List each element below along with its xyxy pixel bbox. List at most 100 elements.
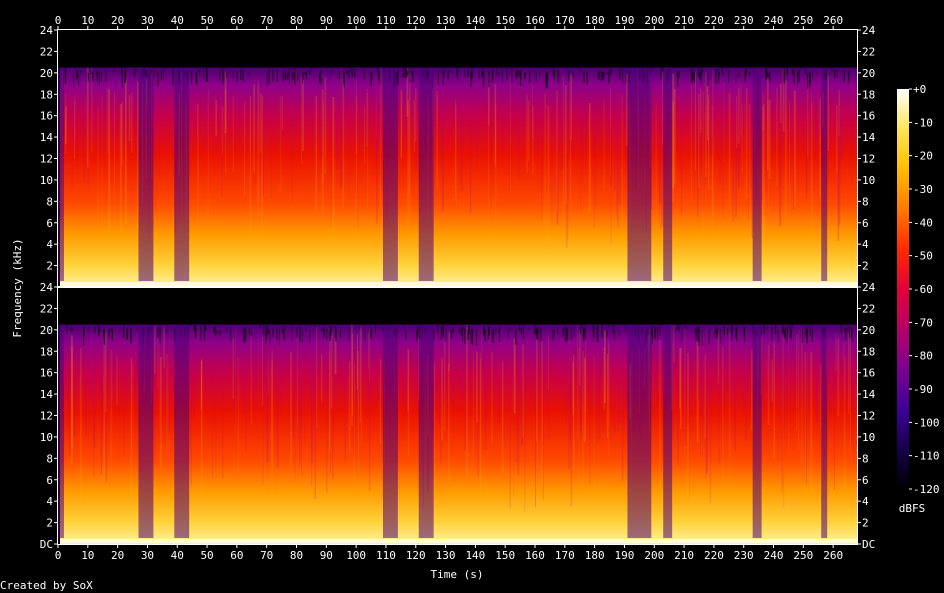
x-tick-label-bottom: 100 <box>346 549 366 562</box>
quiet-passage <box>663 67 673 282</box>
x-tick-label-top: 200 <box>644 14 664 27</box>
x-tick-label-top: 40 <box>171 14 184 27</box>
x-tick-label-top: 10 <box>81 14 94 27</box>
y-tick-label-right: 14 <box>862 388 876 401</box>
quiet-passage <box>58 67 64 282</box>
x-tick-label-top: 180 <box>585 14 605 27</box>
x-tick-label-top: 60 <box>230 14 243 27</box>
colorbar: +0 -10 -20 -30 -40 -50 -60 -70 -80 -90 -100 -110 -12… <box>897 83 940 496</box>
y-tick-label-right: 6 <box>862 217 869 230</box>
y-tick-label-right: 16 <box>862 367 875 380</box>
quiet-passage <box>174 67 190 282</box>
x-tick-label-top: 110 <box>376 14 396 27</box>
x-tick-label-bottom: 90 <box>320 549 333 562</box>
x-tick-label-bottom: 120 <box>406 549 426 562</box>
x-tick-label-top: 230 <box>734 14 754 27</box>
x-tick-label-bottom: 80 <box>290 549 303 562</box>
colorbar-tick-label: -90 <box>913 383 933 396</box>
x-tick-label-bottom: 160 <box>525 549 545 562</box>
x-tick-label-top: 80 <box>290 14 303 27</box>
y-tick-label-right: 20 <box>862 67 875 80</box>
quiet-passage <box>382 324 398 538</box>
colorbar-tick-label: +0 <box>913 83 926 96</box>
quiet-passage <box>752 67 762 282</box>
y-tick-label-right: DC <box>862 538 875 551</box>
y-tick-label-right: 10 <box>862 174 875 187</box>
x-tick-label-top: 120 <box>406 14 426 27</box>
y-tick-label-left: 20 <box>40 67 53 80</box>
x-tick-label-bottom: 110 <box>376 549 396 562</box>
x-tick-label-top: 210 <box>674 14 694 27</box>
channel-1-spectrogram <box>58 30 857 288</box>
y-tick-label-right: 12 <box>862 153 875 166</box>
colorbar-tick-label: -20 <box>913 150 933 163</box>
y-tick-label-left: 14 <box>40 131 54 144</box>
y-tick-label-right: 16 <box>862 110 875 123</box>
quiet-passage <box>752 324 762 538</box>
y-tick-label-left: 4 <box>46 495 53 508</box>
x-tick-label-bottom: 10 <box>81 549 94 562</box>
x-tick-label-bottom: 240 <box>764 549 784 562</box>
y-tick-label-left: 18 <box>40 88 53 101</box>
x-tick-label-top: 70 <box>260 14 273 27</box>
x-tick-label-bottom: 60 <box>230 549 243 562</box>
x-tick-label-top: 140 <box>465 14 485 27</box>
y-tick-label-left: 12 <box>40 410 53 423</box>
x-tick-label-top: 130 <box>436 14 456 27</box>
x-tick-label-bottom: 200 <box>644 549 664 562</box>
x-tick-label-top: 30 <box>141 14 154 27</box>
x-tick-label-bottom: 250 <box>793 549 813 562</box>
y-tick-label-right: 4 <box>862 238 869 251</box>
y-tick-label-left: 10 <box>40 174 53 187</box>
y-tick-label-right: 14 <box>862 131 876 144</box>
y-tick-label-left: 6 <box>46 217 53 230</box>
x-tick-label-bottom: 150 <box>495 549 515 562</box>
x-tick-label-bottom: 230 <box>734 549 754 562</box>
x-tick-label-top: 250 <box>793 14 813 27</box>
y-tick-label-left: 24 <box>40 281 54 294</box>
y-tick-label-right: 20 <box>862 324 875 337</box>
x-tick-label-bottom: 170 <box>555 549 575 562</box>
y-tick-label-right: 2 <box>862 517 869 530</box>
x-tick-label-top: 50 <box>200 14 213 27</box>
x-tick-label-bottom: 190 <box>615 549 635 562</box>
x-tick-label-top: 160 <box>525 14 545 27</box>
quiet-passage <box>418 324 434 538</box>
y-tick-label-right: 24 <box>862 281 876 294</box>
y-tick-label-left: 16 <box>40 110 53 123</box>
colorbar-tick-label: -10 <box>913 116 933 129</box>
colorbar-tick-label: -40 <box>913 216 933 229</box>
colorbar-gradient <box>897 89 909 489</box>
colorbar-tick-label: -70 <box>913 316 933 329</box>
x-tick-label-bottom: 40 <box>171 549 184 562</box>
quiet-passage <box>821 324 828 538</box>
y-tick-label-left: 22 <box>40 45 53 58</box>
colorbar-tick-label: -100 <box>913 416 940 429</box>
y-tick-label-left: 8 <box>46 452 53 465</box>
x-tick-label-top: 260 <box>823 14 843 27</box>
quiet-passage <box>138 67 154 282</box>
spectrogram-chart: 2 24 46 68 810 1012 1214 1416 1618 1820 2022 2224 24… <box>0 14 940 592</box>
y-tick-label-left: 4 <box>46 238 53 251</box>
x-tick-label-bottom: 140 <box>465 549 485 562</box>
x-tick-label-top: 150 <box>495 14 515 27</box>
quiet-passage <box>58 324 64 538</box>
colorbar-tick-label: -110 <box>913 450 940 463</box>
y-tick-label-left: 6 <box>46 474 53 487</box>
y-tick-label-left: 16 <box>40 367 53 380</box>
y-tick-label-right: 8 <box>862 195 869 208</box>
y-tick-label-right: 18 <box>862 88 875 101</box>
quiet-passage <box>418 67 434 282</box>
quiet-passage <box>663 324 673 538</box>
x-tick-label-bottom: 220 <box>704 549 724 562</box>
quiet-passage <box>627 67 652 282</box>
x-tick-label-bottom: 260 <box>823 549 843 562</box>
y-tick-label-right: 4 <box>862 495 869 508</box>
quiet-passage <box>821 67 828 282</box>
quiet-passage <box>382 67 398 282</box>
y-tick-label-right: 6 <box>862 474 869 487</box>
y-tick-label-left: 22 <box>40 302 53 315</box>
footer-credit: Created by SoX <box>0 579 93 592</box>
x-tick-label-bottom: 50 <box>200 549 213 562</box>
y-tick-label-right: 8 <box>862 452 869 465</box>
